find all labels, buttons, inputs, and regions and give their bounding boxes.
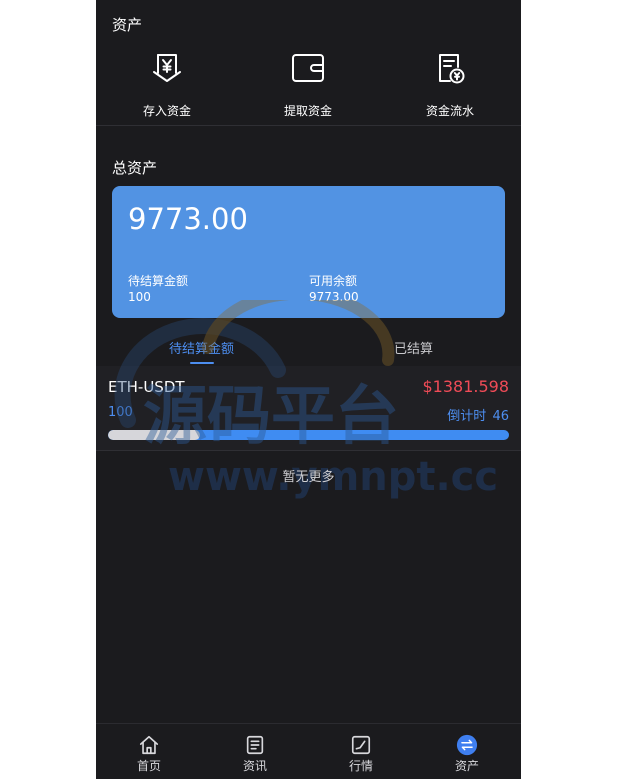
- tab-news[interactable]: 资讯: [202, 724, 308, 779]
- tab-market[interactable]: 行情: [308, 724, 414, 779]
- assets-exchange-icon: [456, 734, 478, 756]
- tab-assets-label: 资产: [454, 759, 479, 773]
- order-price: $1381.598: [422, 377, 509, 396]
- pending-amount-value: 100: [128, 290, 151, 304]
- tab-settled[interactable]: 已结算: [394, 338, 433, 357]
- bottom-tab-bar: 首页 资讯 行情 资产: [96, 723, 521, 779]
- deposit-yen-icon: [153, 54, 181, 82]
- available-balance-value: 9773.00: [309, 290, 359, 304]
- market-chart-icon: [351, 735, 371, 755]
- order-progress-bar: [108, 430, 509, 440]
- active-tab-indicator: [190, 362, 214, 364]
- order-progress-fill: [108, 430, 201, 440]
- statement-label: 资金流水: [425, 104, 474, 118]
- tab-home[interactable]: 首页: [96, 724, 202, 779]
- list-end-text: 暂无更多: [282, 470, 335, 485]
- tab-news-label: 资讯: [242, 759, 267, 773]
- available-balance-label: 可用余额: [309, 274, 358, 288]
- statement-button[interactable]: 资金流水: [390, 50, 510, 120]
- order-pair: ETH-USDT: [108, 378, 185, 396]
- countdown-value: 46: [492, 409, 509, 424]
- news-icon: [246, 735, 264, 755]
- total-assets-card: 9773.00 待结算金额 100 可用余额 9773.00: [112, 186, 505, 318]
- pending-amount-label: 待结算金额: [128, 274, 189, 288]
- quick-actions: 存入资金 提取资金 资金流水: [96, 50, 521, 120]
- section-divider: [96, 125, 521, 126]
- tab-pending-settlement[interactable]: 待结算金额: [169, 338, 234, 357]
- page-title: 资产: [112, 16, 143, 34]
- countdown-label: 倒计时: [447, 409, 487, 424]
- home-icon: [139, 735, 159, 755]
- tab-market-label: 行情: [348, 759, 373, 773]
- statement-yen-icon: [439, 54, 465, 84]
- tab-home-label: 首页: [136, 759, 161, 773]
- order-amount: 100: [108, 405, 133, 420]
- row-divider: [96, 450, 521, 451]
- total-assets-title: 总资产: [112, 159, 158, 177]
- tab-assets[interactable]: 资产: [414, 724, 520, 779]
- deposit-label: 存入资金: [142, 104, 191, 118]
- withdraw-button[interactable]: 提取资金: [248, 50, 368, 120]
- app-screen: 资产 存入资金 提取资金 资金流水 总资产 9773.00 待结算金额 100 …: [96, 0, 521, 779]
- order-countdown: 倒计时 46: [445, 405, 509, 424]
- deposit-button[interactable]: 存入资金: [107, 50, 227, 120]
- wallet-icon: [292, 54, 324, 82]
- withdraw-label: 提取资金: [283, 104, 332, 118]
- total-assets-value: 9773.00: [128, 202, 248, 236]
